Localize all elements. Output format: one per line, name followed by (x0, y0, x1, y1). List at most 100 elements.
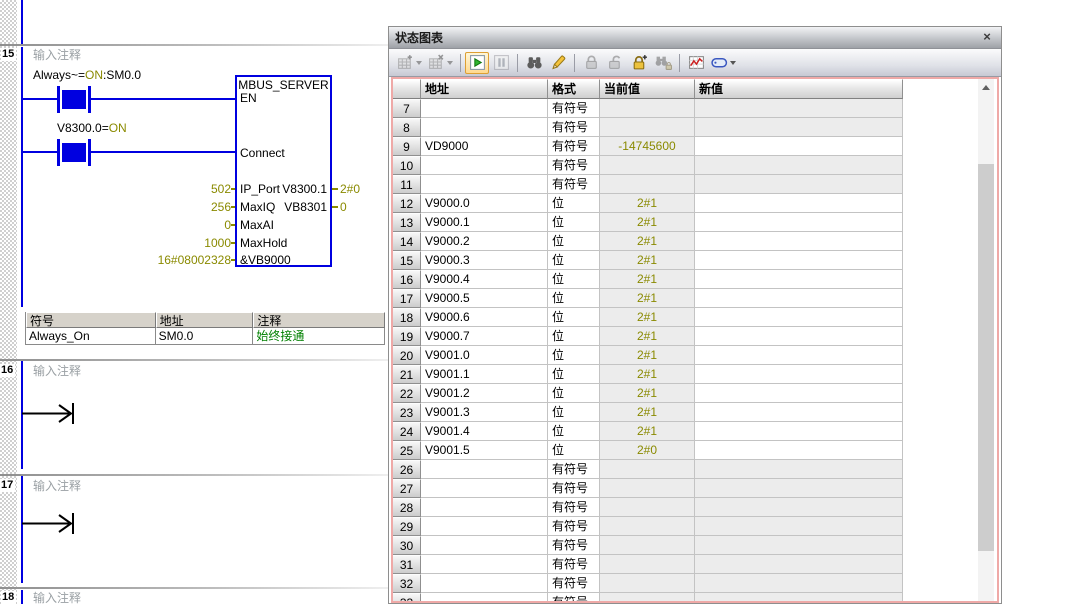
new-value-cell[interactable] (695, 441, 903, 460)
row-number-cell[interactable]: 25 (393, 441, 421, 460)
new-value-cell[interactable] (695, 232, 903, 251)
read-all-button[interactable] (522, 52, 546, 74)
row-number-cell[interactable]: 26 (393, 460, 421, 479)
row-number-cell[interactable]: 23 (393, 403, 421, 422)
new-value-cell[interactable] (695, 156, 903, 175)
format-cell[interactable]: 位 (548, 441, 600, 460)
close-icon[interactable]: × (979, 29, 995, 45)
tag-button[interactable] (708, 52, 739, 74)
new-value-cell[interactable] (695, 327, 903, 346)
row-number-cell[interactable]: 13 (393, 213, 421, 232)
insert-row-button[interactable] (394, 52, 425, 74)
format-cell[interactable]: 位 (548, 232, 600, 251)
address-cell[interactable]: V9001.3 (421, 403, 548, 422)
row-number-cell[interactable]: 11 (393, 175, 421, 194)
empty-rung-arrow-icon[interactable] (22, 400, 84, 427)
address-cell[interactable]: V9000.5 (421, 289, 548, 308)
new-value-cell[interactable] (695, 460, 903, 479)
new-value-cell[interactable] (695, 137, 903, 156)
address-cell[interactable] (421, 574, 548, 593)
address-cell[interactable] (421, 593, 548, 603)
contact1-energized[interactable] (57, 86, 91, 113)
row-number-cell[interactable]: 24 (393, 422, 421, 441)
address-cell[interactable]: V9000.6 (421, 308, 548, 327)
address-cell[interactable]: V9001.0 (421, 346, 548, 365)
new-value-cell[interactable] (695, 498, 903, 517)
trend-view-button[interactable] (684, 52, 708, 74)
new-value-cell[interactable] (695, 555, 903, 574)
network-comment[interactable]: 输入注释 (33, 479, 81, 493)
format-cell[interactable]: 有符号 (548, 479, 600, 498)
scroll-up-button[interactable] (978, 79, 994, 96)
format-cell[interactable]: 有符号 (548, 175, 600, 194)
new-value-cell[interactable] (695, 175, 903, 194)
row-number-cell[interactable]: 8 (393, 118, 421, 137)
format-cell[interactable]: 位 (548, 384, 600, 403)
format-cell[interactable]: 位 (548, 194, 600, 213)
address-cell[interactable] (421, 536, 548, 555)
new-value-cell[interactable] (695, 99, 903, 118)
format-cell[interactable]: 有符号 (548, 99, 600, 118)
write-all-button[interactable] (546, 52, 570, 74)
address-cell[interactable]: V9001.2 (421, 384, 548, 403)
format-cell[interactable]: 有符号 (548, 137, 600, 156)
new-value-column-header[interactable]: 新值 (695, 79, 903, 99)
new-value-cell[interactable] (695, 251, 903, 270)
row-number-cell[interactable]: 14 (393, 232, 421, 251)
format-cell[interactable]: 位 (548, 308, 600, 327)
format-cell[interactable]: 有符号 (548, 574, 600, 593)
format-cell[interactable]: 有符号 (548, 156, 600, 175)
input-value-maxhold[interactable]: 1000 (101, 236, 231, 250)
unforce-button[interactable] (603, 52, 627, 74)
new-value-cell[interactable] (695, 422, 903, 441)
format-cell[interactable]: 位 (548, 213, 600, 232)
address-cell[interactable]: V9000.0 (421, 194, 548, 213)
new-value-cell[interactable] (695, 346, 903, 365)
address-cell[interactable] (421, 517, 548, 536)
row-number-cell[interactable]: 10 (393, 156, 421, 175)
address-cell[interactable]: VD9000 (421, 137, 548, 156)
input-value-ip-port[interactable]: 502 (101, 182, 231, 196)
network-comment[interactable]: 输入注释 (33, 48, 81, 62)
row-number-cell[interactable]: 32 (393, 574, 421, 593)
format-cell[interactable]: 位 (548, 289, 600, 308)
input-value-maxiq[interactable]: 256 (101, 200, 231, 214)
new-value-cell[interactable] (695, 593, 903, 603)
format-cell[interactable]: 有符号 (548, 517, 600, 536)
new-value-cell[interactable] (695, 384, 903, 403)
format-cell[interactable]: 位 (548, 365, 600, 384)
address-cell[interactable]: V9000.1 (421, 213, 548, 232)
row-number-cell[interactable]: 21 (393, 365, 421, 384)
address-column-header[interactable]: 地址 (421, 79, 548, 99)
new-value-cell[interactable] (695, 289, 903, 308)
address-cell[interactable]: V9001.4 (421, 422, 548, 441)
row-number-cell[interactable]: 7 (393, 99, 421, 118)
vertical-scrollbar[interactable] (978, 79, 994, 601)
input-value-vb9000[interactable]: 16#08002328 (101, 253, 231, 267)
format-cell[interactable]: 位 (548, 346, 600, 365)
address-cell[interactable] (421, 156, 548, 175)
contact2-energized[interactable] (57, 139, 91, 166)
new-value-cell[interactable] (695, 118, 903, 137)
format-cell[interactable]: 有符号 (548, 498, 600, 517)
address-cell[interactable]: V9001.5 (421, 441, 548, 460)
row-number-cell[interactable]: 29 (393, 517, 421, 536)
current-value-column-header[interactable]: 当前值 (600, 79, 695, 99)
chart-status-on-button[interactable] (465, 52, 489, 74)
row-number-cell[interactable]: 19 (393, 327, 421, 346)
new-value-cell[interactable] (695, 270, 903, 289)
network-comment[interactable]: 输入注释 (33, 591, 81, 604)
window-titlebar[interactable]: 状态图表 × (389, 27, 1001, 49)
row-number-cell[interactable]: 9 (393, 137, 421, 156)
format-cell[interactable]: 有符号 (548, 118, 600, 137)
new-value-cell[interactable] (695, 517, 903, 536)
address-cell[interactable] (421, 460, 548, 479)
address-cell[interactable]: V9001.1 (421, 365, 548, 384)
force-button[interactable] (579, 52, 603, 74)
new-value-cell[interactable] (695, 365, 903, 384)
row-number-cell[interactable]: 18 (393, 308, 421, 327)
row-number-cell[interactable]: 30 (393, 536, 421, 555)
row-number-cell[interactable]: 27 (393, 479, 421, 498)
address-cell[interactable] (421, 99, 548, 118)
address-cell[interactable] (421, 555, 548, 574)
